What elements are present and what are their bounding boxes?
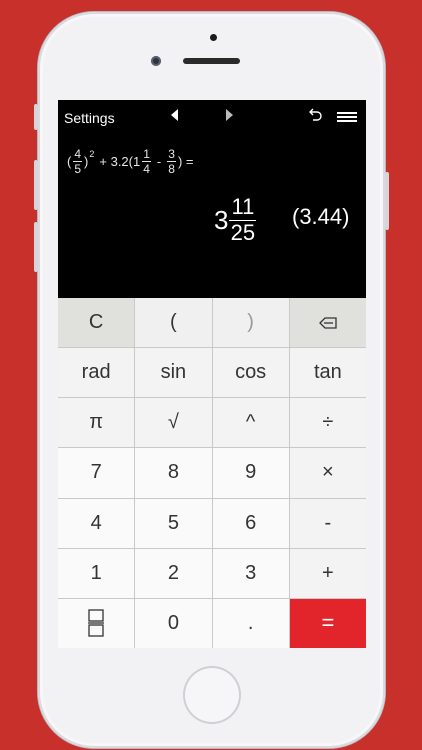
expression-fraction-3: 3 8 [167, 148, 176, 175]
close-paren-key[interactable]: ) [212, 298, 289, 348]
settings-button[interactable]: Settings [64, 110, 115, 126]
fraction-numerator: 4 [73, 147, 83, 162]
rad-key[interactable]: rad [58, 348, 135, 398]
digit-8-key[interactable]: 8 [135, 448, 212, 498]
keypad: C ( ) rad sin cos tan π √ ^ ÷ 7 8 9 × 4 … [58, 298, 366, 648]
proximity-sensor [210, 34, 217, 41]
mute-switch [34, 104, 38, 130]
result-numerator: 11 [229, 194, 257, 221]
digit-3-key[interactable]: 3 [212, 548, 289, 598]
fraction-numerator: 3 [167, 147, 176, 162]
tan-key[interactable]: tan [289, 348, 366, 398]
digit-4-key[interactable]: 4 [58, 498, 135, 548]
open-paren-key[interactable]: ( [135, 298, 212, 348]
sqrt-key[interactable]: √ [135, 398, 212, 448]
power-button [385, 172, 389, 230]
multiply-key[interactable]: × [289, 448, 366, 498]
fraction-denominator: 8 [168, 162, 175, 176]
digit-6-key[interactable]: 6 [212, 498, 289, 548]
clear-key[interactable]: C [58, 298, 135, 348]
volume-down-button [34, 222, 38, 272]
expression-exponent: 2 [89, 148, 95, 159]
pi-key[interactable]: π [58, 398, 135, 448]
expression-plus-part: + 3.2(1 [99, 154, 141, 169]
digit-9-key[interactable]: 9 [212, 448, 289, 498]
expression-equals: ) = [177, 154, 194, 169]
calculator-screen: Settings ( 4 5 ) 2 + 3.2(1 1 4 - 3 8) =… [58, 100, 366, 648]
power-key[interactable]: ^ [212, 398, 289, 448]
backspace-icon [318, 316, 337, 329]
digit-0-key[interactable]: 0 [135, 598, 212, 648]
fraction-numerator: 1 [142, 147, 151, 162]
expression-display: ( 4 5 ) 2 + 3.2(1 1 4 - 3 8 ) = [66, 148, 195, 175]
cos-key[interactable]: cos [212, 348, 289, 398]
expression-fraction-2: 1 4 [142, 148, 151, 175]
expression-fraction-1: 4 5 [73, 147, 83, 176]
result-denominator: 25 [230, 220, 256, 245]
home-button[interactable] [183, 666, 241, 724]
top-toolbar: Settings [58, 100, 366, 134]
plus-key[interactable]: + [289, 548, 366, 598]
digit-5-key[interactable]: 5 [135, 498, 212, 548]
result-whole: 3 [214, 204, 229, 235]
expression-open-paren: ( [67, 154, 72, 169]
expression-minus: - [156, 154, 162, 169]
volume-up-button [34, 160, 38, 210]
menu-icon[interactable] [337, 112, 357, 124]
result-decimal: (3.44) [292, 204, 350, 229]
equals-key[interactable]: = [289, 598, 366, 648]
fraction-key[interactable] [58, 598, 135, 648]
sin-key[interactable]: sin [135, 348, 212, 398]
digit-7-key[interactable]: 7 [58, 448, 135, 498]
digit-1-key[interactable]: 1 [58, 548, 135, 598]
triangle-left-icon[interactable] [171, 109, 178, 121]
triangle-right-icon[interactable] [226, 109, 233, 121]
earpiece-speaker [183, 58, 240, 64]
result-proper-fraction: 11 25 [229, 194, 257, 245]
fraction-denominator: 5 [74, 162, 82, 176]
fraction-icon [88, 609, 105, 638]
minus-key[interactable]: - [289, 498, 366, 548]
phone-frame: Settings ( 4 5 ) 2 + 3.2(1 1 4 - 3 8) =… [34, 12, 389, 748]
decimal-point-key[interactable]: . [212, 598, 289, 648]
digit-2-key[interactable]: 2 [135, 548, 212, 598]
front-camera-icon [151, 56, 161, 66]
undo-icon[interactable] [307, 107, 323, 123]
backspace-key[interactable] [289, 298, 366, 348]
fraction-denominator: 4 [143, 162, 150, 176]
result-fraction: 3 11 25 [214, 196, 257, 244]
divide-key[interactable]: ÷ [289, 398, 366, 448]
